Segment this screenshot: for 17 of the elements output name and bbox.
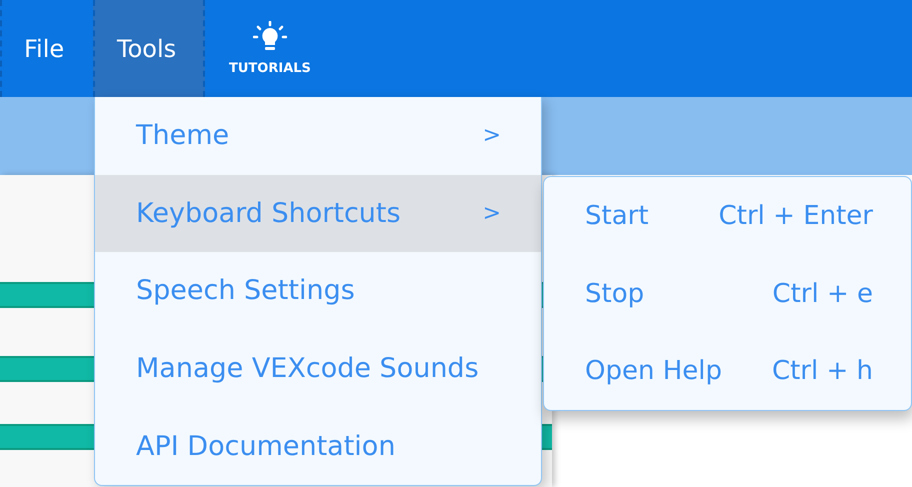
menu-item[interactable]: Speech Settings bbox=[95, 252, 541, 330]
shortcut-keys: Ctrl + e bbox=[772, 278, 873, 308]
submenu-item[interactable]: Theme > bbox=[95, 97, 541, 175]
menu-item[interactable]: API Documentation bbox=[95, 407, 541, 485]
menu-button[interactable]: Tools bbox=[93, 0, 205, 97]
submenu-item[interactable]: Keyboard Shortcuts > bbox=[95, 174, 541, 252]
shortcut-name: Stop bbox=[585, 278, 644, 308]
tutorials-button[interactable]: TUTORIALS bbox=[205, 0, 333, 97]
submenu-arrow: > bbox=[482, 123, 501, 148]
shortcut-keys: Ctrl + Enter bbox=[718, 200, 873, 231]
menu-item-label: Theme bbox=[136, 120, 230, 152]
shortcut-name: Open Help bbox=[585, 356, 722, 386]
shortcut-keys: Ctrl + h bbox=[772, 356, 873, 386]
shortcut-name: Start bbox=[585, 200, 649, 231]
menu-item-label: Keyboard Shortcuts bbox=[136, 198, 401, 229]
menu-item[interactable]: Manage VEXcode Sounds bbox=[95, 330, 541, 408]
submenu-arrow: > bbox=[482, 200, 501, 226]
